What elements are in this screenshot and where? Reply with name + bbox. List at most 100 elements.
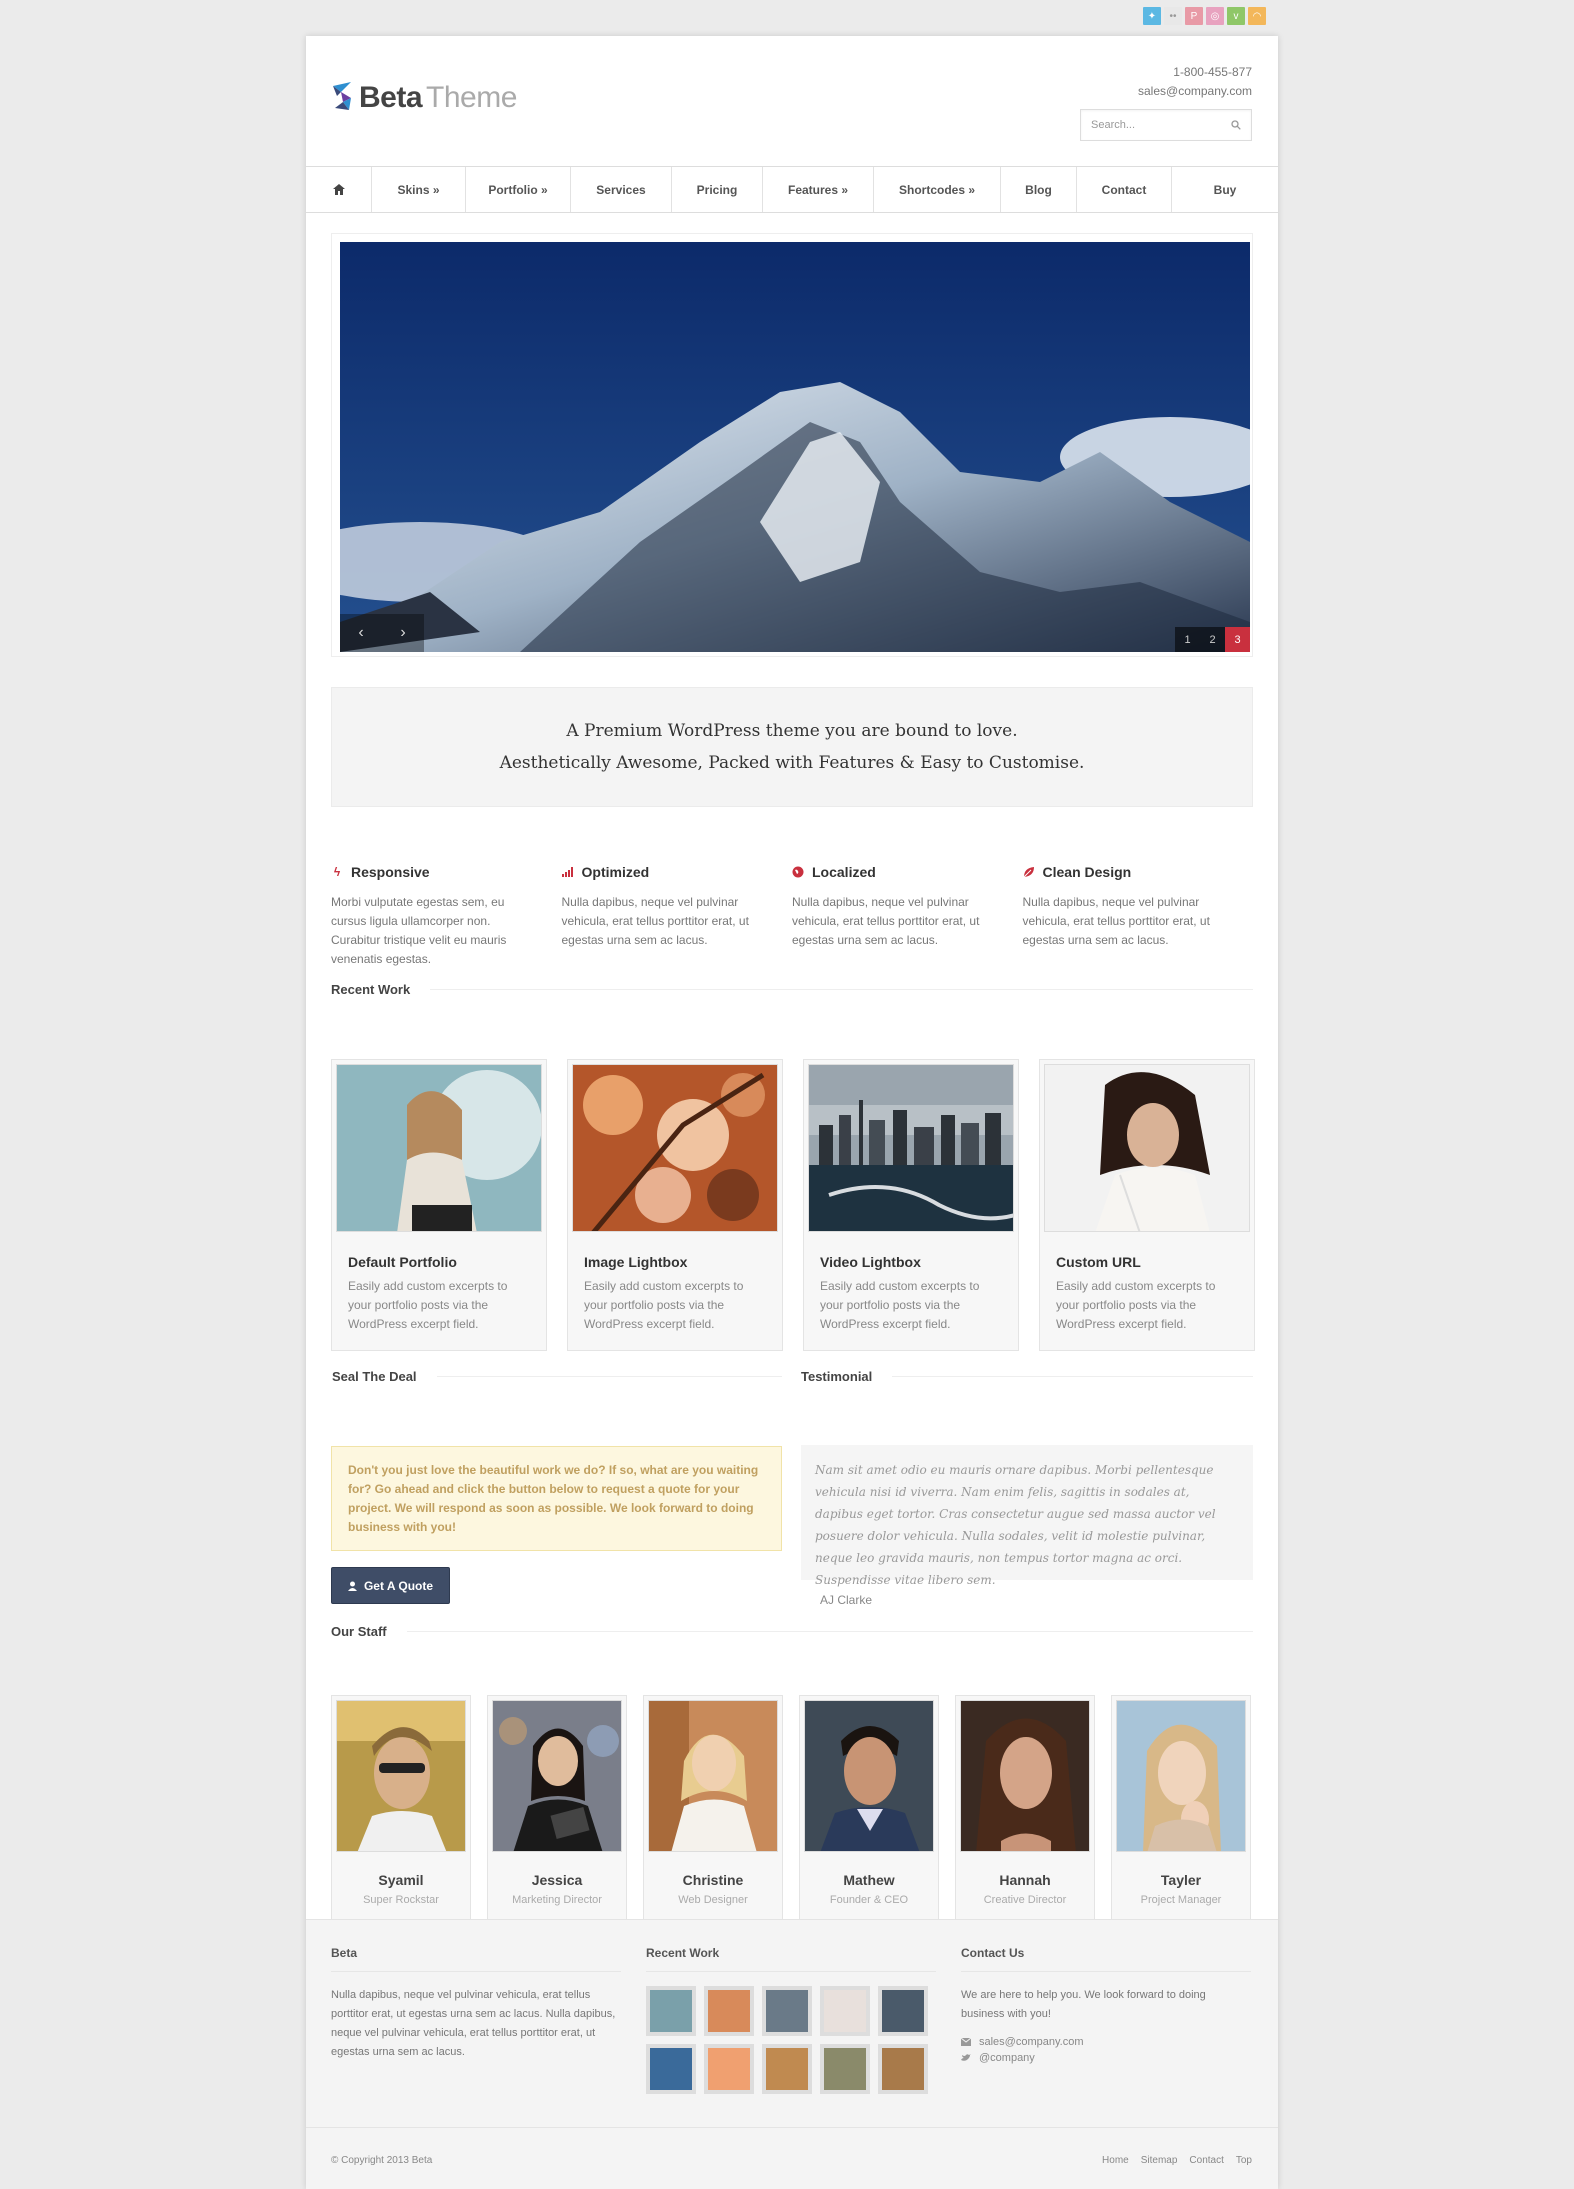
- staff-role: Founder & CEO: [829, 1894, 909, 1906]
- nav-shortcodes[interactable]: Shortcodes »: [874, 167, 1001, 212]
- staff-name: Christine: [682, 1872, 744, 1888]
- seal-heading: Seal The Deal: [332, 1369, 782, 1384]
- footer-about-heading: Beta: [331, 1946, 621, 1972]
- footer-contact-text: We are here to help you. We look forward…: [961, 1989, 1206, 2020]
- tagline-line-1: A Premium WordPress theme you are bound …: [566, 721, 1018, 741]
- portfolio-image[interactable]: [572, 1064, 778, 1232]
- vimeo-icon[interactable]: v: [1227, 7, 1245, 25]
- twitter-icon: [961, 2054, 971, 2061]
- slider-page-1[interactable]: 1: [1175, 627, 1200, 652]
- portfolio-image[interactable]: [1044, 1064, 1250, 1232]
- portfolio-title[interactable]: Image Lightbox: [584, 1254, 766, 1270]
- get-quote-button[interactable]: Get A Quote: [331, 1567, 450, 1604]
- portfolio-image[interactable]: [336, 1064, 542, 1232]
- footer-email-row[interactable]: sales@company.com: [961, 2036, 1251, 2048]
- staff-role: Web Designer: [678, 1894, 748, 1906]
- feature-text: Morbi vulputate egestas sem, eu cursus l…: [331, 895, 507, 966]
- leaf-icon: [1023, 866, 1035, 878]
- pinterest-icon[interactable]: P: [1185, 7, 1203, 25]
- seal-notice: Don't you just love the beautiful work w…: [331, 1446, 782, 1551]
- copyright-prefix: © Copyright 2013: [331, 2155, 409, 2166]
- portfolio-item[interactable]: Custom URL Easily add custom excerpts to…: [1039, 1059, 1255, 1351]
- feature-title: Localized: [792, 864, 1023, 880]
- nav-buy[interactable]: Buy: [1172, 167, 1278, 212]
- slider-page-3[interactable]: 3: [1225, 627, 1250, 652]
- footer-thumb[interactable]: [646, 1986, 696, 2036]
- portfolio-item[interactable]: Video Lightbox Easily add custom excerpt…: [803, 1059, 1019, 1351]
- get-quote-label: Get A Quote: [363, 1578, 434, 1593]
- portfolio-excerpt: Easily add custom excerpts to your portf…: [348, 1279, 508, 1331]
- footer-thumb[interactable]: [704, 2044, 754, 2094]
- flickr-icon[interactable]: ••: [1164, 7, 1182, 25]
- footer-thumb[interactable]: [704, 1986, 754, 2036]
- nav-blog[interactable]: Blog: [1001, 167, 1077, 212]
- footer-thumb[interactable]: [820, 2044, 870, 2094]
- nav-contact[interactable]: Contact: [1077, 167, 1172, 212]
- nav-skins[interactable]: Skins »: [372, 167, 466, 212]
- footer-recent-work: Recent Work: [646, 1946, 936, 2094]
- nav-features[interactable]: Features »: [763, 167, 874, 212]
- logo[interactable]: Beta Theme: [331, 81, 517, 115]
- portfolio-item[interactable]: Image Lightbox Easily add custom excerpt…: [567, 1059, 783, 1351]
- logo-text: Beta Theme: [359, 81, 517, 115]
- rss-icon[interactable]: ◠: [1248, 7, 1266, 25]
- copyright-bar: © Copyright 2013 Beta Home Sitemap Conta…: [306, 2127, 1278, 2189]
- portfolio-image[interactable]: [808, 1064, 1014, 1232]
- header-email[interactable]: sales@company.com: [1138, 82, 1252, 101]
- logo-light: Theme: [426, 81, 517, 114]
- portfolio-title[interactable]: Default Portfolio: [348, 1254, 530, 1270]
- divider: [406, 1631, 1253, 1632]
- staff-card[interactable]: Mathew Founder & CEO: [799, 1695, 939, 1935]
- staff-card[interactable]: Jessica Marketing Director: [487, 1695, 627, 1935]
- staff-card[interactable]: Hannah Creative Director: [955, 1695, 1095, 1935]
- footer-link-contact[interactable]: Contact: [1189, 2155, 1223, 2166]
- nav-services[interactable]: Services: [571, 167, 672, 212]
- feature-title: Optimized: [561, 864, 793, 880]
- footer-thumb[interactable]: [646, 2044, 696, 2094]
- portfolio-title[interactable]: Video Lightbox: [820, 1254, 1002, 1270]
- staff-role: Marketing Director: [512, 1894, 602, 1906]
- footer-thumb[interactable]: [820, 1986, 870, 2036]
- slider-next-button[interactable]: ›: [400, 624, 405, 642]
- staff-card[interactable]: Tayler Project Manager: [1111, 1695, 1251, 1935]
- footer: Beta Nulla dapibus, neque vel pulvinar v…: [306, 1919, 1278, 2127]
- search-input[interactable]: Search...: [1080, 109, 1252, 141]
- footer-twitter[interactable]: @company: [979, 2052, 1035, 2064]
- staff-photo: [804, 1700, 934, 1852]
- staff-card[interactable]: Christine Web Designer: [643, 1695, 783, 1935]
- testimonial-heading-text: Testimonial: [801, 1369, 873, 1384]
- nav-home[interactable]: [306, 167, 372, 212]
- footer-thumb[interactable]: [762, 2044, 812, 2094]
- feature-text: Nulla dapibus, neque vel pulvinar vehicu…: [1022, 895, 1210, 947]
- feature-text: Nulla dapibus, neque vel pulvinar vehicu…: [792, 895, 980, 947]
- footer-about: Beta Nulla dapibus, neque vel pulvinar v…: [331, 1946, 621, 2062]
- footer-thumb[interactable]: [878, 1986, 928, 2036]
- mountain-image: [340, 242, 1250, 652]
- twitter-icon[interactable]: ✦: [1143, 7, 1161, 25]
- copyright-name[interactable]: Beta: [412, 2155, 433, 2166]
- logo-bold: Beta: [359, 81, 423, 114]
- footer-link-home[interactable]: Home: [1102, 2155, 1129, 2166]
- slider-page-2[interactable]: 2: [1200, 627, 1225, 652]
- testimonial-text: Nam sit amet odio eu mauris ornare dapib…: [801, 1445, 1253, 1587]
- nav-portfolio[interactable]: Portfolio »: [466, 167, 571, 212]
- footer-thumb[interactable]: [762, 1986, 812, 2036]
- staff-photo: [648, 1700, 778, 1852]
- slider-prev-button[interactable]: ‹: [358, 624, 363, 642]
- staff-name: Hannah: [999, 1872, 1051, 1888]
- feature-localized: Localized Nulla dapibus, neque vel pulvi…: [792, 864, 1023, 969]
- dribbble-icon[interactable]: ◎: [1206, 7, 1224, 25]
- footer-twitter-row[interactable]: @company: [961, 2052, 1251, 2064]
- footer-thumb[interactable]: [878, 2044, 928, 2094]
- footer-links: Home Sitemap Contact Top: [1102, 2155, 1252, 2166]
- staff-card[interactable]: Syamil Super Rockstar: [331, 1695, 471, 1935]
- globe-icon: [792, 866, 804, 878]
- portfolio-title[interactable]: Custom URL: [1056, 1254, 1238, 1270]
- footer-link-top[interactable]: Top: [1236, 2155, 1252, 2166]
- staff-role: Super Rockstar: [363, 1894, 439, 1906]
- portfolio-item[interactable]: Default Portfolio Easily add custom exce…: [331, 1059, 547, 1351]
- footer-link-sitemap[interactable]: Sitemap: [1141, 2155, 1178, 2166]
- nav-pricing[interactable]: Pricing: [672, 167, 763, 212]
- footer-email[interactable]: sales@company.com: [979, 2036, 1084, 2048]
- search-icon[interactable]: [1231, 120, 1241, 130]
